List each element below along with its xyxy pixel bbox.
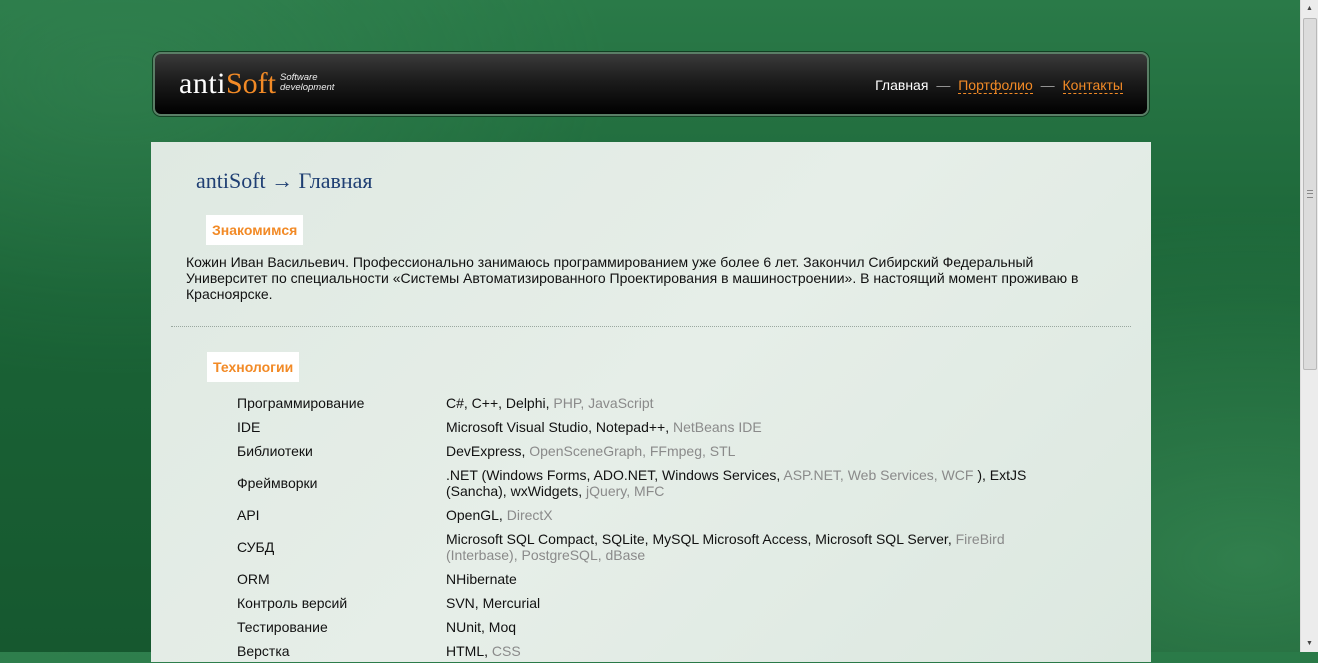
nav-contacts-link[interactable]: Контакты: [1062, 77, 1123, 94]
tech-value-main: C#, C++, Delphi,: [446, 395, 550, 411]
section-heading-intro: Знакомимся: [206, 215, 304, 245]
intro-text: Кожин Иван Васильевич. Профессионально з…: [186, 254, 1079, 302]
table-row: Фреймворки .NET (Windows Forms, ADO.NET,…: [231, 463, 1036, 503]
tech-key: Программирование: [237, 395, 365, 411]
tech-value-muted: PHP, JavaScript: [549, 395, 654, 411]
grip-icon: [1307, 190, 1313, 198]
scrollbar-thumb[interactable]: [1303, 18, 1317, 370]
tech-value: OpenGL, DirectX: [446, 503, 1036, 527]
table-row: Программирование C#, C++, Delphi, PHP, J…: [231, 391, 1036, 415]
tech-key: Фреймворки: [237, 475, 318, 491]
section-divider: [171, 326, 1131, 327]
scroll-up-arrow-icon[interactable]: ▲: [1301, 0, 1318, 17]
page-title: antiSoft → Главная: [196, 168, 373, 193]
tech-value-muted: NetBeans IDE: [669, 419, 762, 435]
table-row: Библиотеки DevExpress, OpenSceneGraph, F…: [231, 439, 1036, 463]
scroll-down-arrow-icon[interactable]: ▼: [1301, 635, 1318, 652]
content-panel: antiSoft → Главная Знакомимся Кожин Иван…: [151, 142, 1151, 662]
tech-value: Microsoft Visual Studio, Notepad++, NetB…: [446, 415, 1036, 439]
table-row: IDE Microsoft Visual Studio, Notepad++, …: [231, 415, 1036, 439]
tech-value-muted: CSS: [488, 643, 521, 659]
tech-value-main: Microsoft Visual Studio, Notepad++,: [446, 419, 670, 435]
tech-value-muted: jQuery, MFC: [582, 483, 665, 499]
tech-value-main: DevExpress,: [446, 443, 526, 459]
tech-value-muted: DirectX: [502, 507, 553, 523]
tech-table: Программирование C#, C++, Delphi, PHP, J…: [231, 391, 1036, 663]
tech-key: ORM: [237, 571, 270, 587]
tech-value: Microsoft SQL Compact, SQLite, MySQL Mic…: [446, 527, 1036, 567]
tech-key: IDE: [237, 419, 261, 435]
nav-home: Главная: [875, 77, 929, 93]
section-heading-tech: Технологии: [207, 352, 300, 382]
tech-value: .NET (Windows Forms, ADO.NET, Windows Se…: [446, 463, 1036, 503]
tech-key: Контроль версий: [237, 595, 348, 611]
tech-key: Верстка: [237, 643, 290, 659]
tech-key: API: [237, 507, 260, 523]
nav-separator: —: [1040, 77, 1055, 93]
site-logo[interactable]: anti Soft Software development: [179, 68, 350, 100]
tech-value-muted: OpenSceneGraph, FFmpeg, STL: [525, 443, 736, 459]
tech-value: DevExpress, OpenSceneGraph, FFmpeg, STL: [446, 439, 1036, 463]
table-row: СУБД Microsoft SQL Compact, SQLite, MySQ…: [231, 527, 1036, 567]
nav-portfolio-link[interactable]: Портфолио: [958, 77, 1033, 94]
table-row: API OpenGL, DirectX: [231, 503, 1036, 527]
table-row: ORM NHibernate: [231, 567, 1036, 591]
nav-separator: —: [936, 77, 951, 93]
tech-value: SVN, Mercurial: [446, 591, 1036, 615]
tech-key: Тестирование: [237, 619, 328, 635]
logo-tagline: Software development: [280, 72, 335, 93]
tech-value-main: .NET (Windows Forms, ADO.NET, Windows Se…: [446, 467, 781, 483]
logo-anti-text: anti: [179, 67, 226, 100]
tech-value-main: HTML,: [446, 643, 488, 659]
tech-value-main: Microsoft SQL Compact, SQLite, MySQL Mic…: [446, 531, 952, 547]
tech-value-main: OpenGL,: [446, 507, 503, 523]
site-header: anti Soft Software development Главная —…: [153, 52, 1149, 116]
tech-key: СУБД: [237, 539, 275, 555]
table-row: Верстка HTML, CSS: [231, 639, 1036, 663]
logo-soft-text: Soft: [226, 67, 277, 100]
tech-key: Библиотеки: [237, 443, 313, 459]
tech-value: HTML, CSS: [446, 639, 1036, 663]
table-row: Тестирование NUnit, Moq: [231, 615, 1036, 639]
tech-value: NUnit, Moq: [446, 615, 1036, 639]
tech-value-main: NHibernate: [446, 571, 517, 587]
tech-value-main: SVN, Mercurial: [446, 595, 541, 611]
tech-value: NHibernate: [446, 567, 1036, 591]
tech-value-muted: ASP.NET, Web Services, WCF: [780, 467, 974, 483]
table-row: Контроль версий SVN, Mercurial: [231, 591, 1036, 615]
main-nav: Главная — Портфолио — Контакты: [875, 77, 1123, 94]
tech-value: C#, C++, Delphi, PHP, JavaScript: [446, 391, 1036, 415]
vertical-scrollbar[interactable]: ▲ ▼: [1300, 0, 1318, 652]
tech-value-main: NUnit, Moq: [446, 619, 517, 635]
